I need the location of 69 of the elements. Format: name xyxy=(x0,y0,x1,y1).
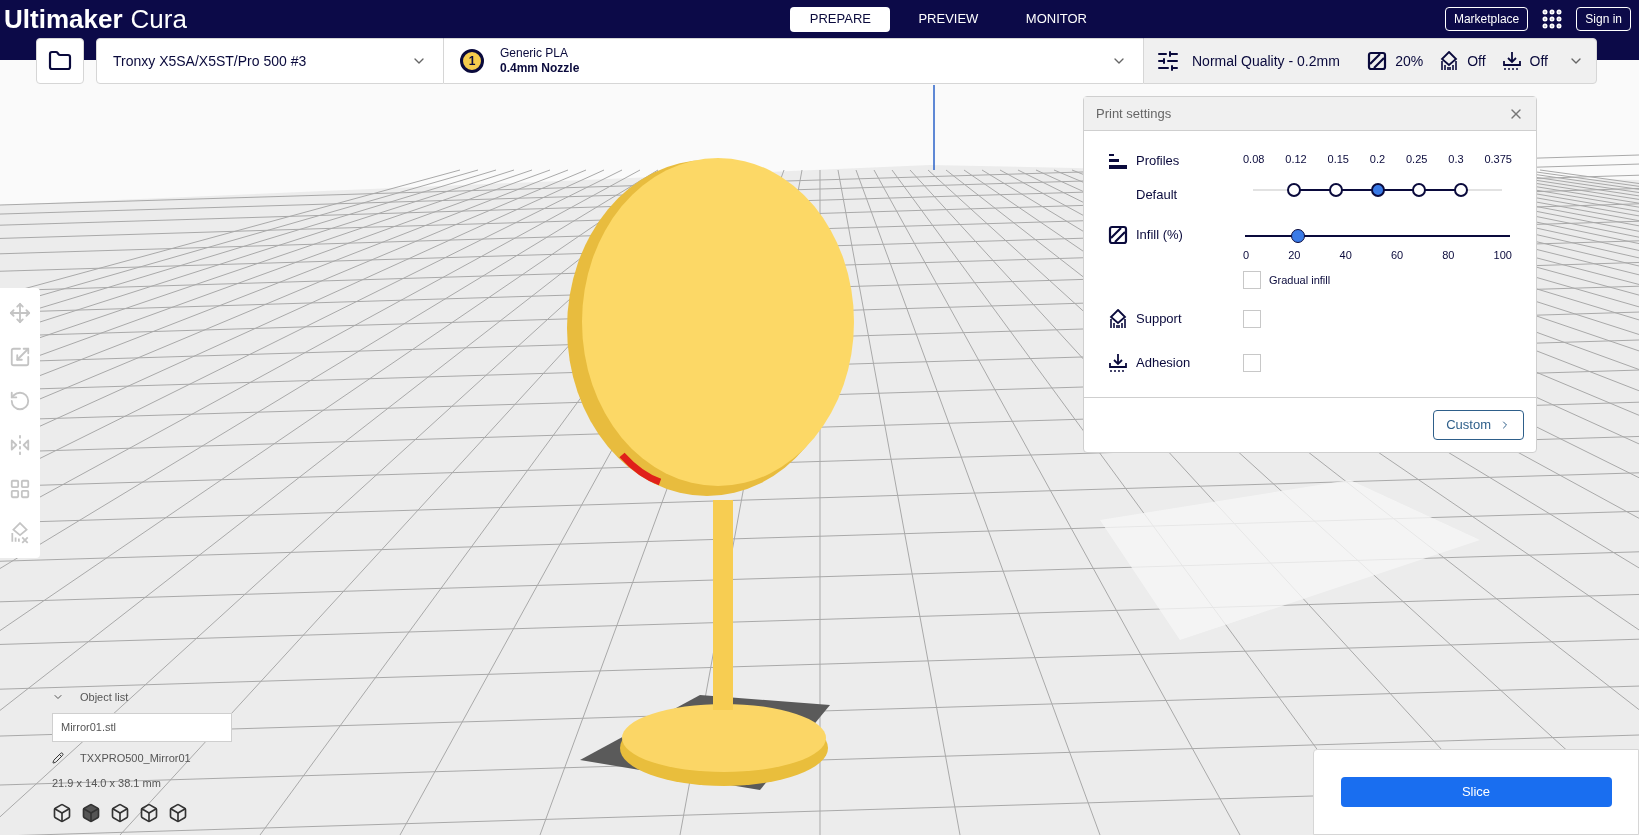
infill-tick-label: 60 xyxy=(1390,247,1404,263)
cube-icon[interactable] xyxy=(52,803,72,823)
panel-title: Print settings xyxy=(1096,104,1172,123)
cube-face-icon[interactable] xyxy=(168,803,188,823)
adhesion-icon xyxy=(1108,353,1128,373)
profile-slider[interactable] xyxy=(1253,181,1502,198)
profiles-label: Profiles xyxy=(1136,152,1180,171)
profile-node[interactable] xyxy=(1412,182,1426,197)
adhesion-icon xyxy=(1501,51,1522,71)
support-text: Off xyxy=(1467,51,1486,71)
support-label: Support xyxy=(1136,310,1182,329)
infill-icon xyxy=(1367,51,1388,71)
sign-in-button[interactable]: Sign in xyxy=(1576,7,1631,31)
profile-node[interactable] xyxy=(1370,182,1385,197)
adhesion-label: Adhesion xyxy=(1136,354,1191,373)
printer-selector[interactable]: Tronxy X5SA/X5ST/Pro 500 #3 xyxy=(96,38,444,84)
material-name: Generic PLA xyxy=(500,46,569,61)
adhesion-text: Off xyxy=(1529,51,1548,71)
layer-height-label: 0.12 xyxy=(1285,152,1307,167)
infill-tick-label: 20 xyxy=(1288,247,1301,263)
gradual-infill-label: Gradual infill xyxy=(1269,272,1331,288)
custom-button[interactable]: Custom xyxy=(1433,410,1524,440)
stage-tab[interactable]: MONITOR xyxy=(1006,6,1107,32)
checkbox[interactable] xyxy=(1243,354,1261,372)
infill-slider[interactable] xyxy=(1245,228,1510,243)
quality-text: Normal Quality - 0.2mm xyxy=(1192,51,1340,71)
print-settings-selector[interactable]: Normal Quality - 0.2mm 20% Off Off xyxy=(1143,38,1597,84)
support-icon xyxy=(1439,51,1460,71)
infill-icon xyxy=(1108,224,1128,245)
job-name: TXXPRO500_Mirror01 xyxy=(80,751,191,766)
material-selector[interactable]: 1 Generic PLA 0.4mm Nozzle xyxy=(444,38,1143,84)
profile-node[interactable] xyxy=(1287,182,1302,197)
folder-icon xyxy=(48,49,72,73)
stage-tab[interactable]: PREVIEW xyxy=(898,6,999,32)
layer-height-label: 0.2 xyxy=(1369,152,1386,167)
infill-thumb[interactable] xyxy=(1291,228,1305,243)
nozzle-size: 0.4mm Nozzle xyxy=(500,61,580,76)
layer-height-label: 0.25 xyxy=(1406,152,1428,167)
checkbox[interactable] xyxy=(1243,310,1261,328)
extruder-badge: 1 xyxy=(460,49,484,73)
cube-face-icon[interactable] xyxy=(110,803,130,823)
cube-face-icon[interactable] xyxy=(81,803,101,823)
marketplace-button[interactable]: Marketplace xyxy=(1444,7,1529,31)
profile-name: Default xyxy=(1135,186,1179,204)
layer-height-label: 0.3 xyxy=(1448,152,1464,167)
stage-tab[interactable]: PREPARE xyxy=(790,6,891,32)
layer-height-label: 0.15 xyxy=(1327,152,1349,167)
sliders-icon xyxy=(1156,49,1180,73)
app-title: Ultimaker Cura xyxy=(3,6,187,32)
profile-node[interactable] xyxy=(1453,182,1468,197)
pencil-icon[interactable] xyxy=(52,752,64,765)
object-list-title: Object list xyxy=(80,689,129,705)
layer-height-label: 0.08 xyxy=(1243,152,1265,167)
support-icon xyxy=(1108,309,1128,329)
infill-tick-label: 100 xyxy=(1493,247,1512,263)
checkbox[interactable] xyxy=(1243,271,1261,289)
profile-node[interactable] xyxy=(1329,182,1343,197)
layer-height-label: 0.375 xyxy=(1484,152,1512,167)
object-list-item[interactable]: Mirror01.stl xyxy=(52,713,232,742)
object-dimensions: 21.9 x 14.0 x 38.1 mm xyxy=(52,775,162,791)
infill-text: 20% xyxy=(1395,51,1424,71)
profiles-icon xyxy=(1108,151,1128,171)
open-file-button[interactable] xyxy=(36,38,84,84)
infill-tick-label: 80 xyxy=(1442,247,1455,263)
infill-label: Infill (%) xyxy=(1136,225,1183,244)
slice-button[interactable]: Slice xyxy=(1340,777,1612,807)
cube-face-icon[interactable] xyxy=(139,803,159,823)
infill-tick-label: 40 xyxy=(1339,247,1352,263)
infill-tick-label: 0 xyxy=(1243,247,1250,263)
